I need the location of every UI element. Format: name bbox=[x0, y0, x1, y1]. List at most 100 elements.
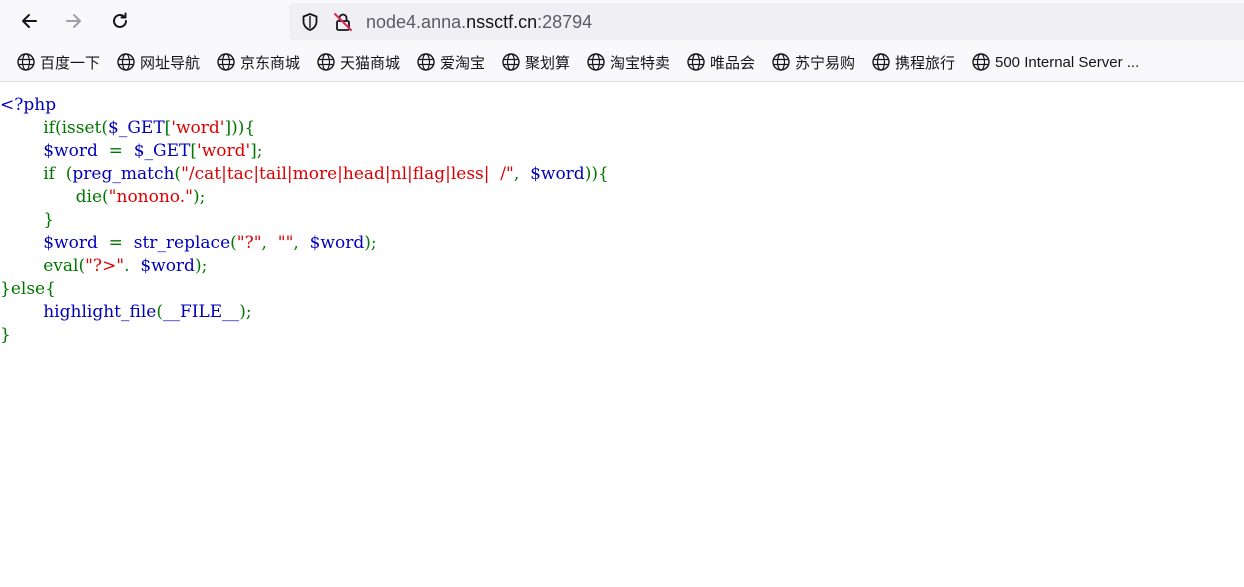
code-token-keyword: ); bbox=[239, 302, 252, 322]
code-token-keyword: eval( bbox=[0, 256, 86, 276]
globe-icon bbox=[587, 53, 605, 71]
globe-icon bbox=[972, 53, 990, 71]
bookmarks-toolbar: 百度一下 网址导航 京东商城 天猫商城 爱淘宝 聚划算 淘宝特卖 唯品会 苏宁易… bbox=[0, 42, 1244, 82]
code-token-string: 'word' bbox=[197, 141, 251, 161]
code-token-string: 'word' bbox=[171, 118, 225, 138]
php-source-code: <?php if(isset($_GET['word'])){ $word = … bbox=[0, 82, 1244, 587]
code-token-default: $word bbox=[0, 141, 109, 161]
url-port: :28794 bbox=[537, 12, 593, 32]
bookmark-label: 携程旅行 bbox=[895, 54, 956, 72]
globe-icon bbox=[772, 53, 790, 71]
code-line: }else{ bbox=[0, 278, 56, 301]
code-token-keyword: ); bbox=[364, 233, 377, 253]
globe-icon bbox=[17, 53, 35, 71]
globe-icon bbox=[217, 53, 235, 71]
code-line: } bbox=[0, 324, 11, 347]
back-arrow-icon bbox=[22, 14, 37, 28]
code-token-default: $word bbox=[309, 233, 365, 253]
bookmark-item[interactable]: 爱淘宝 bbox=[416, 52, 485, 72]
bookmark-item[interactable]: 苏宁易购 bbox=[771, 52, 855, 72]
code-token-default: str_replace bbox=[133, 233, 231, 253]
globe-icon bbox=[872, 53, 890, 71]
code-token-keyword: if ( bbox=[0, 164, 73, 184]
url-domain: nssctf.cn bbox=[466, 12, 538, 32]
bookmark-label: 爱淘宝 bbox=[440, 54, 486, 72]
code-token-keyword: ( bbox=[156, 302, 163, 322]
code-token-string: "/cat|tac|tail|more|head|nl|flag|less| /… bbox=[181, 164, 514, 184]
bookmark-item[interactable]: 百度一下 bbox=[16, 52, 100, 72]
globe-icon bbox=[502, 53, 520, 71]
code-token-keyword: }else{ bbox=[0, 279, 56, 299]
code-line: highlight_file(__FILE__); bbox=[0, 301, 252, 324]
code-token-default: <?php bbox=[0, 95, 57, 115]
bookmark-label: 唯品会 bbox=[710, 54, 756, 72]
bookmark-label: 苏宁易购 bbox=[795, 54, 856, 72]
code-token-default: $_GET bbox=[133, 141, 191, 161]
bookmark-item[interactable]: 携程旅行 bbox=[871, 52, 955, 72]
bookmark-label: 天猫商城 bbox=[340, 54, 401, 72]
bookmark-item[interactable]: 京东商城 bbox=[216, 52, 300, 72]
code-token-keyword: , bbox=[513, 164, 531, 184]
code-line: <?php bbox=[0, 94, 56, 117]
url-text[interactable]: node4.anna.nssctf.cn:28794 bbox=[366, 11, 592, 33]
insecure-connection-lock-icon[interactable] bbox=[332, 11, 354, 33]
code-line: } bbox=[0, 209, 54, 232]
bookmark-item[interactable]: 唯品会 bbox=[686, 52, 755, 72]
bookmark-item[interactable]: 聚划算 bbox=[501, 52, 570, 72]
bookmark-label: 百度一下 bbox=[40, 54, 101, 72]
code-line: if(isset($_GET['word'])){ bbox=[0, 117, 255, 140]
code-token-keyword: , bbox=[293, 233, 310, 253]
code-token-keyword: ); bbox=[194, 256, 208, 276]
globe-icon bbox=[117, 53, 135, 71]
code-token-string: "" bbox=[277, 233, 294, 253]
code-token-default: highlight_file bbox=[43, 302, 157, 322]
forward-button[interactable] bbox=[58, 5, 90, 37]
code-token-default: $word bbox=[140, 256, 195, 276]
code-token-keyword: ])){ bbox=[224, 118, 256, 138]
bookmark-label: 淘宝特卖 bbox=[610, 54, 671, 72]
code-token-default: $_GET bbox=[108, 118, 165, 138]
code-token-default bbox=[0, 302, 43, 322]
code-token-default: __FILE__ bbox=[162, 302, 240, 322]
globe-icon bbox=[417, 53, 435, 71]
bookmark-label: 聚划算 bbox=[525, 54, 571, 72]
navigation-toolbar: node4.anna.nssctf.cn:28794 bbox=[0, 0, 1244, 42]
code-token-string: "?>" bbox=[85, 256, 125, 276]
bookmark-item[interactable]: 500 Internal Server ... bbox=[971, 52, 1139, 72]
reload-icon bbox=[113, 12, 127, 28]
code-token-string: "nonono." bbox=[108, 187, 193, 207]
bookmark-item[interactable]: 网址导航 bbox=[116, 52, 200, 72]
code-token-keyword: ); bbox=[192, 187, 206, 207]
bookmark-item[interactable]: 淘宝特卖 bbox=[586, 52, 670, 72]
address-bar[interactable]: node4.anna.nssctf.cn:28794 bbox=[289, 3, 1244, 40]
tracking-protection-shield-icon[interactable] bbox=[299, 11, 321, 33]
code-line: if (preg_match("/cat|tac|tail|more|head|… bbox=[0, 163, 609, 186]
code-line: eval("?>". $word); bbox=[0, 255, 207, 278]
code-token-keyword: = bbox=[108, 141, 134, 161]
code-token-keyword: } bbox=[0, 210, 55, 230]
globe-icon bbox=[317, 53, 335, 71]
code-token-keyword: if(isset( bbox=[0, 118, 109, 138]
bookmark-label: 网址导航 bbox=[140, 54, 201, 72]
bookmark-item[interactable]: 天猫商城 bbox=[316, 52, 400, 72]
code-token-keyword: )){ bbox=[584, 164, 609, 184]
code-token-keyword: ]; bbox=[250, 141, 263, 161]
code-token-default: $word bbox=[0, 233, 109, 253]
forward-arrow-icon bbox=[66, 14, 81, 28]
code-token-keyword: ( bbox=[230, 233, 237, 253]
code-line: $word = str_replace("?", "", $word); bbox=[0, 232, 377, 255]
code-token-string: "?" bbox=[236, 233, 262, 253]
code-token-keyword: } bbox=[0, 325, 11, 345]
bookmark-label: 500 Internal Server ... bbox=[995, 53, 1140, 71]
back-button[interactable] bbox=[13, 5, 45, 37]
bookmark-label: 京东商城 bbox=[240, 54, 301, 72]
code-token-keyword: . bbox=[124, 256, 141, 276]
code-token-keyword: die( bbox=[0, 187, 109, 207]
code-token-default: $word bbox=[530, 164, 585, 184]
code-token-keyword: = bbox=[108, 233, 134, 253]
code-line: die("nonono."); bbox=[0, 186, 206, 209]
url-prefix: node4.anna. bbox=[366, 12, 467, 32]
globe-icon bbox=[687, 53, 705, 71]
code-token-keyword: , bbox=[261, 233, 278, 253]
reload-button[interactable] bbox=[104, 5, 136, 37]
